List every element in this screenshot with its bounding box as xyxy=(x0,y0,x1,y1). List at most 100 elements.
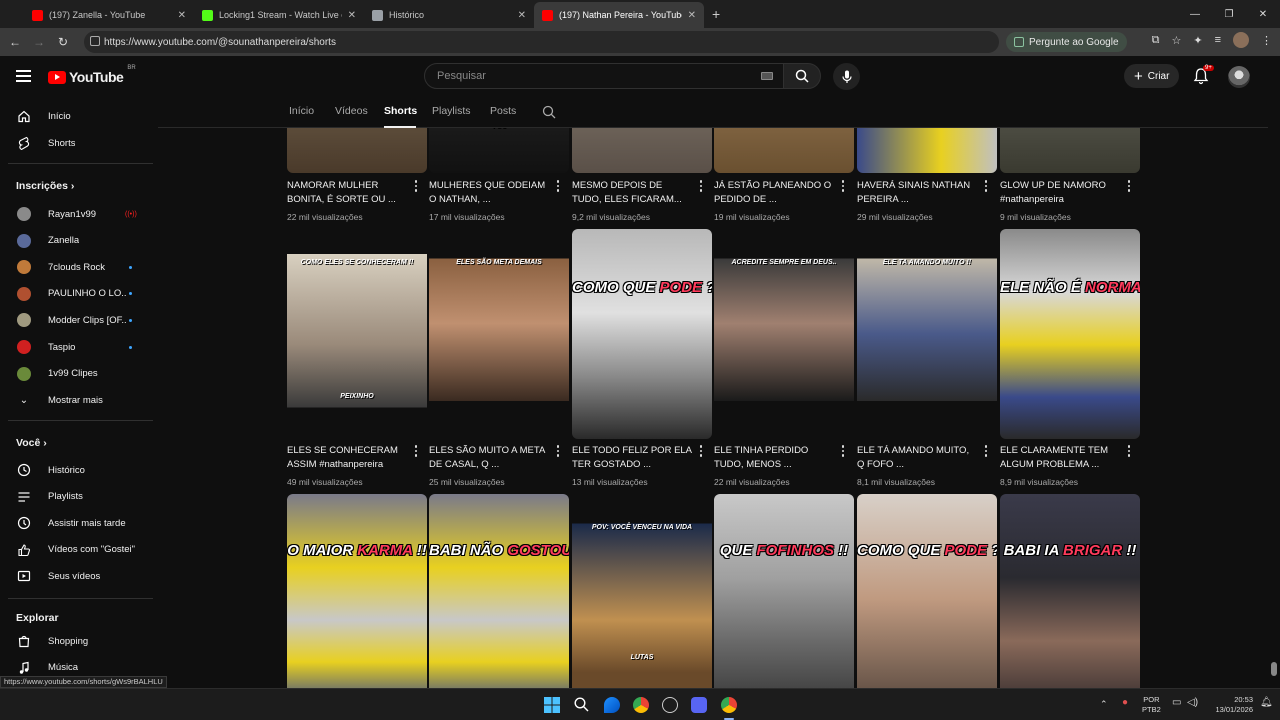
short-title[interactable]: ELE CLARAMENTE TEM ALGUM PROBLEMA ... xyxy=(1000,444,1120,472)
scrollbar-thumb[interactable] xyxy=(1271,662,1277,676)
short-title[interactable]: MULHERES QUE ODEIAM O NATHAN, ... xyxy=(429,179,549,207)
short-thumbnail[interactable]: BABI IA BRIGAR !! xyxy=(1000,494,1140,688)
short-thumbnail[interactable]: BABI NÃO GOSTOU !! xyxy=(429,494,569,688)
sidebar-item-thumbs-up[interactable]: Vídeos com "Gostei" xyxy=(0,537,158,563)
sidebar-channel-item[interactable]: Taspio xyxy=(0,334,158,360)
edge-app-icon[interactable] xyxy=(604,697,620,713)
short-thumbnail[interactable] xyxy=(287,128,427,173)
clock[interactable]: 20:53 13/01/2026 xyxy=(1207,695,1253,715)
windows-start-icon[interactable] xyxy=(544,697,560,713)
tray-overflow-icon[interactable]: ⌃ xyxy=(1100,699,1108,709)
short-title[interactable]: HAVERÁ SINAIS NATHAN PEREIRA ... xyxy=(857,179,977,207)
short-thumbnail[interactable]: COMO QUE PODE ?! xyxy=(857,494,997,688)
extensions-icon[interactable]: ✦ xyxy=(1193,34,1202,47)
short-title[interactable]: JÁ ESTÃO PLANEANDO O PEDIDO DE ... xyxy=(714,179,834,207)
short-title[interactable]: ELES SE CONHECERAM ASSIM #nathanpereira xyxy=(287,444,407,472)
keyboard-icon[interactable] xyxy=(761,72,773,80)
site-info-icon[interactable] xyxy=(90,36,100,46)
short-thumbnail[interactable]: ACREDITE SEMPRE EM DEUS.. xyxy=(714,229,854,439)
search-button[interactable] xyxy=(783,63,821,89)
short-thumbnail[interactable]: POV: VOCÊ VENCEU NA VIDA LUTAS xyxy=(572,494,712,688)
sidebar-item-watch-later[interactable]: Assistir mais tarde xyxy=(0,510,158,536)
channel-search-icon[interactable] xyxy=(542,105,556,119)
profile-avatar[interactable] xyxy=(1233,32,1249,48)
short-title[interactable]: MESMO DEPOIS DE TUDO, ELES FICARAM... xyxy=(572,179,692,207)
short-title[interactable]: ELE TINHA PERDIDO TUDO, MENOS ... xyxy=(714,444,834,472)
close-tab-icon[interactable]: ✕ xyxy=(518,10,526,21)
settings-app-icon[interactable] xyxy=(662,697,678,713)
short-thumbnail[interactable]: COMO ELES SE CONHECERAM !! PEIXINHO xyxy=(287,229,427,439)
language-indicator[interactable]: POR PTB2 xyxy=(1142,695,1161,715)
sidebar-channel-item[interactable]: Modder Clips [OF... xyxy=(0,307,158,333)
short-thumbnail[interactable]: ELES SÃO META DEMAIS xyxy=(429,229,569,439)
menu-icon[interactable] xyxy=(16,70,31,85)
short-thumbnail[interactable] xyxy=(572,128,712,173)
show-more-button[interactable]: ⌄ Mostrar mais xyxy=(0,387,158,413)
search-input[interactable]: Pesquisar xyxy=(424,63,784,89)
install-icon[interactable]: ⧉ xyxy=(1152,34,1160,47)
reload-button[interactable]: ↻ xyxy=(51,35,75,49)
chrome-active-app-icon[interactable] xyxy=(721,697,737,713)
discord-app-icon[interactable] xyxy=(691,697,707,713)
voice-search-button[interactable] xyxy=(833,63,860,90)
short-title[interactable]: ELE TODO FELIZ POR ELA TER GOSTADO ... xyxy=(572,444,692,472)
browser-tab[interactable]: Histórico ✕ xyxy=(364,2,534,28)
tab-videos[interactable]: Vídeos xyxy=(335,105,368,117)
short-thumbnail[interactable] xyxy=(857,128,997,173)
tab-shorts[interactable]: Shorts xyxy=(384,105,417,117)
chrome-app-icon[interactable] xyxy=(633,697,649,713)
minimize-button[interactable]: — xyxy=(1178,0,1212,28)
browser-tab[interactable]: Locking1 Stream - Watch Live o ✕ xyxy=(194,2,364,28)
close-tab-icon[interactable]: ✕ xyxy=(348,10,356,21)
youtube-logo[interactable]: YouTube BR xyxy=(48,65,136,85)
close-tab-icon[interactable]: ✕ xyxy=(178,10,186,21)
more-options-icon[interactable] xyxy=(1124,444,1134,458)
sidebar-item-history[interactable]: Histórico xyxy=(0,457,158,483)
account-avatar[interactable] xyxy=(1228,66,1250,88)
maximize-button[interactable]: ❐ xyxy=(1212,0,1246,28)
short-thumbnail[interactable]: VOU xyxy=(429,128,569,173)
more-options-icon[interactable] xyxy=(696,444,706,458)
short-thumbnail[interactable] xyxy=(714,128,854,173)
short-thumbnail[interactable]: ELE TA AMANDO MUITO !! xyxy=(857,229,997,439)
more-options-icon[interactable] xyxy=(838,444,848,458)
browser-menu-icon[interactable]: ⋮ xyxy=(1261,34,1272,47)
ask-google-button[interactable]: Pergunte ao Google xyxy=(1006,32,1127,52)
volume-icon[interactable]: ◁) xyxy=(1187,698,1198,708)
sidebar-channel-item[interactable]: Rayan1v99 ((•)) xyxy=(0,201,158,227)
sidebar-channel-item[interactable]: 1v99 Clipes xyxy=(0,361,158,387)
close-window-button[interactable]: ✕ xyxy=(1246,0,1280,28)
short-thumbnail[interactable] xyxy=(1000,128,1140,173)
network-icon[interactable]: ▭ xyxy=(1172,698,1181,708)
short-title[interactable]: ELE TÁ AMANDO MUITO, Q FOFO ... xyxy=(857,444,977,472)
tab-home[interactable]: Início xyxy=(289,105,314,117)
sidebar-item-your-videos[interactable]: Seus vídeos xyxy=(0,563,158,589)
taskbar-search-icon[interactable] xyxy=(574,697,589,712)
tray-mic-icon[interactable]: ● xyxy=(1122,698,1128,708)
more-options-icon[interactable] xyxy=(838,179,848,193)
browser-tab[interactable]: (197) Zanella - YouTube ✕ xyxy=(24,2,194,28)
more-options-icon[interactable] xyxy=(411,179,421,193)
more-options-icon[interactable] xyxy=(1124,179,1134,193)
more-options-icon[interactable] xyxy=(981,444,991,458)
short-thumbnail[interactable]: O MAIOR KARMA !! xyxy=(287,494,427,688)
more-options-icon[interactable] xyxy=(981,179,991,193)
short-title[interactable]: ELES SÃO MUITO A META DE CASAL, Q ... xyxy=(429,444,549,472)
new-tab-button[interactable]: + xyxy=(712,6,720,22)
short-thumbnail[interactable]: QUE FOFINHOS !! xyxy=(714,494,854,688)
back-button[interactable]: ← xyxy=(3,35,27,49)
sidebar-item-shorts[interactable]: Shorts xyxy=(0,130,158,156)
short-title[interactable]: GLOW UP DE NAMORO #nathanpereira xyxy=(1000,179,1120,207)
sidebar-item-playlists[interactable]: Playlists xyxy=(0,484,158,510)
short-thumbnail[interactable]: ELE NÃO É NORMAL !! xyxy=(1000,229,1140,439)
sidebar-channel-item[interactable]: PAULINHO O LO... xyxy=(0,281,158,307)
sidebar-channel-item[interactable]: 7clouds Rock xyxy=(0,254,158,280)
tab-posts[interactable]: Posts xyxy=(490,105,516,117)
short-title[interactable]: NAMORAR MULHER BONITA, É SORTE OU ... xyxy=(287,179,407,207)
sidebar-channel-item[interactable]: Zanella xyxy=(0,228,158,254)
close-tab-icon[interactable]: ✕ xyxy=(688,10,696,21)
bookmark-star-icon[interactable]: ☆ xyxy=(1171,34,1181,47)
tab-playlists[interactable]: Playlists xyxy=(432,105,471,117)
more-options-icon[interactable] xyxy=(553,444,563,458)
notification-center-icon[interactable]: 🔔︎ xyxy=(1260,698,1273,708)
